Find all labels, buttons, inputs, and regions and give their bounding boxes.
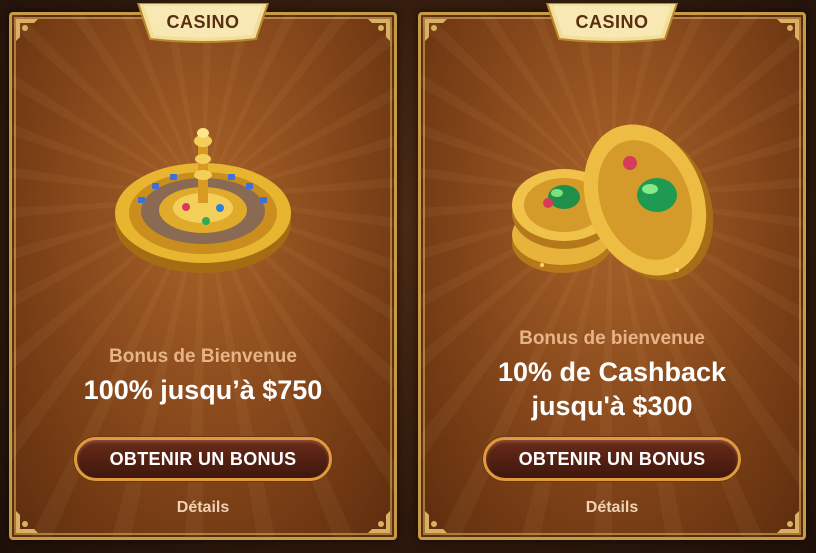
corner-ornament-icon: [777, 19, 799, 41]
badge-label: CASINO: [575, 12, 649, 32]
get-bonus-button[interactable]: OBTENIR UN BONUS: [483, 437, 741, 481]
badge-label: CASINO: [166, 12, 240, 32]
golden-roulette-wheel-icon: [115, 128, 291, 273]
bonus-headline: 10% de Cashback jusqu'à $300: [421, 355, 803, 423]
details-link[interactable]: Détails: [421, 499, 803, 517]
headline-line: 100% jusqu’à $750: [83, 375, 323, 405]
bonus-subtitle: Bonus de Bienvenue: [109, 346, 297, 367]
scarab-gold-coins-icon: [512, 124, 714, 281]
casino-badge: CASINO: [545, 3, 679, 43]
get-bonus-button[interactable]: OBTENIR UN BONUS: [74, 437, 332, 481]
headline-line: jusqu'à $300: [531, 391, 693, 421]
corner-ornament-icon: [425, 19, 447, 41]
corner-ornament-icon: [16, 19, 38, 41]
bonus-subtitle: Bonus de bienvenue: [519, 328, 705, 349]
headline-line: 10% de Cashback: [497, 357, 727, 387]
bonus-card-welcome: CASINO Bonus de Bienvenue 100% jusqu’à $…: [9, 3, 397, 540]
bonus-headline: 100% jusqu’à $750: [12, 373, 394, 407]
casino-badge: CASINO: [136, 3, 270, 43]
bonus-card-cashback: CASINO Bonus de bienvenue 10% de Cashbac…: [418, 3, 806, 540]
details-link[interactable]: Détails: [12, 499, 394, 517]
corner-ornament-icon: [368, 19, 390, 41]
